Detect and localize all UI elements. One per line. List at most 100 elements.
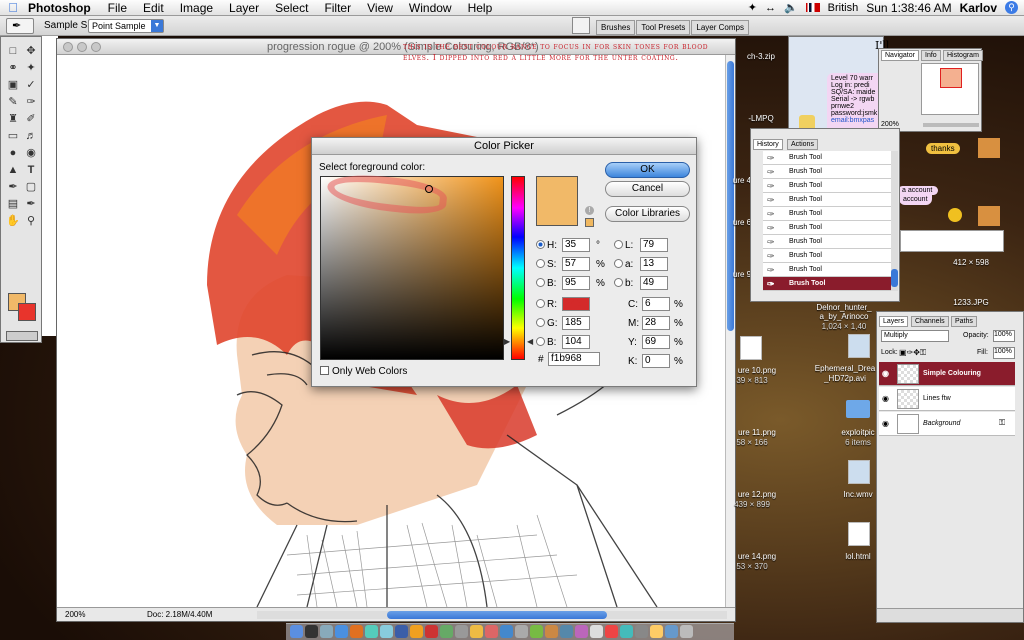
history-brush-icon[interactable]: ✐ bbox=[22, 111, 40, 128]
history-state[interactable]: ✑ Brush Tool bbox=[763, 249, 893, 263]
menu-view[interactable]: View bbox=[359, 1, 401, 15]
desktop-file-label[interactable]: ure 12.png bbox=[732, 490, 782, 499]
red-radio[interactable] bbox=[536, 299, 545, 308]
menu-file[interactable]: File bbox=[100, 1, 135, 15]
desktop-file-label[interactable]: ure 11.png bbox=[732, 428, 782, 437]
hue-input[interactable]: 35 bbox=[562, 238, 590, 252]
menu-filter[interactable]: Filter bbox=[316, 1, 359, 15]
color-libraries-button[interactable]: Color Libraries bbox=[605, 206, 690, 222]
cancel-button[interactable]: Cancel bbox=[605, 181, 690, 197]
history-state-selected[interactable]: ✑ Brush Tool bbox=[763, 277, 893, 291]
zoom-level[interactable]: 200% bbox=[65, 610, 85, 619]
finder-icon[interactable] bbox=[290, 625, 303, 638]
sync-icon[interactable]: ↔ bbox=[765, 2, 776, 14]
blue-field[interactable]: B: 104 bbox=[536, 335, 590, 349]
html-file-icon[interactable] bbox=[848, 522, 870, 546]
navigator-thumbnail[interactable] bbox=[921, 63, 979, 115]
menu-help[interactable]: Help bbox=[460, 1, 501, 15]
tab-navigator[interactable]: Navigator bbox=[881, 50, 919, 61]
layer-row-simple-colouring[interactable]: ◉ Simple Colouring bbox=[879, 362, 1015, 386]
lab-a-field[interactable]: a: 13 bbox=[614, 257, 668, 271]
doc-size[interactable]: Doc: 2.18M/4.40M bbox=[147, 610, 212, 619]
color-field[interactable] bbox=[320, 170, 504, 360]
app-icon[interactable] bbox=[455, 625, 468, 638]
navigator-zoom[interactable]: 200% bbox=[881, 121, 899, 128]
app-icon[interactable] bbox=[515, 625, 528, 638]
tab-histogram[interactable]: Histogram bbox=[943, 50, 983, 61]
hue-field[interactable]: H: 35 ° bbox=[536, 238, 600, 252]
mail-icon[interactable] bbox=[320, 625, 333, 638]
history-state[interactable]: ✑ Brush Tool bbox=[763, 263, 893, 277]
green-field[interactable]: G: 185 bbox=[536, 316, 590, 330]
black-input[interactable]: 0 bbox=[642, 354, 670, 368]
menu-app-name[interactable]: Photoshop bbox=[26, 1, 100, 15]
clock[interactable]: Sun 1:38:46 AM bbox=[866, 1, 951, 15]
tab-channels[interactable]: Channels bbox=[911, 316, 949, 327]
app-icon[interactable] bbox=[470, 625, 483, 638]
tab-actions[interactable]: Actions bbox=[787, 139, 818, 150]
green-radio[interactable] bbox=[536, 318, 545, 327]
saturation-input[interactable]: 57 bbox=[562, 257, 590, 271]
layer-row-background[interactable]: ◉ Background ⚿ bbox=[879, 412, 1015, 436]
only-web-colors-checkbox[interactable] bbox=[320, 366, 329, 375]
gamut-color-swatch[interactable] bbox=[585, 218, 594, 227]
lab-b-input[interactable]: 49 bbox=[640, 276, 668, 290]
history-state[interactable]: ✑ Brush Tool bbox=[763, 235, 893, 249]
app-icon[interactable] bbox=[440, 625, 453, 638]
desktop-file-label[interactable]: Ephemeral_Drea bbox=[806, 364, 884, 373]
messenger-icon[interactable] bbox=[410, 625, 423, 638]
history-state[interactable]: ✑ Brush Tool bbox=[763, 221, 893, 235]
zoom-tool-icon[interactable]: ⚲ bbox=[22, 213, 40, 230]
blue-input[interactable]: 104 bbox=[562, 335, 590, 349]
cyan-field[interactable]: C: 6 % bbox=[628, 297, 683, 311]
desktop-file-label[interactable]: -LMPQ bbox=[736, 114, 786, 123]
saturation-radio[interactable] bbox=[536, 259, 545, 268]
tab-layers[interactable]: Layers bbox=[879, 316, 909, 327]
history-state[interactable]: ✑ Brush Tool bbox=[763, 179, 893, 193]
menu-select[interactable]: Select bbox=[267, 1, 316, 15]
video-file-icon[interactable] bbox=[848, 460, 870, 484]
video-file-icon[interactable] bbox=[848, 334, 870, 358]
folder-icon[interactable] bbox=[846, 400, 870, 418]
hex-field[interactable]: # f1b968 bbox=[538, 352, 600, 366]
lab-a-input[interactable]: 13 bbox=[640, 257, 668, 271]
lab-l-radio[interactable] bbox=[614, 240, 623, 249]
menu-image[interactable]: Image bbox=[172, 1, 221, 15]
desktop-file-label[interactable]: ure 9 bbox=[732, 270, 752, 279]
eyedropper-tool-icon[interactable]: ✒ bbox=[22, 196, 40, 213]
screen-mode-buttons[interactable] bbox=[6, 331, 38, 341]
photoshop-icon[interactable] bbox=[395, 625, 408, 638]
pen-tool-icon[interactable]: ✒ bbox=[4, 179, 22, 196]
opacity-field[interactable]: 100% bbox=[993, 330, 1015, 342]
only-web-colors-option[interactable]: Only Web Colors bbox=[320, 366, 407, 377]
desktop-file-label[interactable]: ure 4 bbox=[732, 176, 752, 185]
menu-edit[interactable]: Edit bbox=[135, 1, 172, 15]
history-state[interactable]: ✑ Brush Tool bbox=[763, 151, 893, 165]
app-icon[interactable] bbox=[545, 625, 558, 638]
color-field-cursor[interactable] bbox=[425, 185, 433, 193]
marquee-tool-icon[interactable]: □ bbox=[4, 43, 22, 60]
blur-tool-icon[interactable]: ● bbox=[4, 145, 22, 162]
crop-tool-icon[interactable]: ▣ bbox=[4, 77, 22, 94]
color-picker-title[interactable]: Color Picker bbox=[312, 138, 696, 155]
slider-arrow-left-icon[interactable]: ▶ bbox=[504, 337, 510, 346]
sample-size-select[interactable]: Point Sample ▼ bbox=[88, 19, 164, 33]
tab-info[interactable]: Info bbox=[921, 50, 941, 61]
flag-icon[interactable] bbox=[805, 3, 820, 12]
brightness-field[interactable]: B: 95 % bbox=[536, 276, 605, 290]
brightness-input[interactable]: 95 bbox=[562, 276, 590, 290]
app-icon[interactable] bbox=[500, 625, 513, 638]
ichat-icon[interactable] bbox=[365, 625, 378, 638]
slider-arrow-right-icon[interactable]: ◀ bbox=[527, 337, 533, 346]
dashboard-icon[interactable] bbox=[305, 625, 318, 638]
app-icon[interactable] bbox=[530, 625, 543, 638]
red-field[interactable]: R: 243 bbox=[536, 297, 590, 311]
hue-radio[interactable] bbox=[536, 240, 545, 249]
history-state[interactable]: ✑ Brush Tool bbox=[763, 207, 893, 221]
bucket-tool-icon[interactable]: ♬ bbox=[22, 128, 40, 145]
layer-row-lines[interactable]: ◉ Lines ftw bbox=[879, 387, 1015, 411]
history-scrollbar[interactable] bbox=[891, 151, 898, 291]
history-state[interactable]: ✑ Brush Tool bbox=[763, 165, 893, 179]
vertical-scroll-thumb[interactable] bbox=[727, 61, 734, 331]
tab-tool-presets[interactable]: Tool Presets bbox=[636, 20, 691, 35]
